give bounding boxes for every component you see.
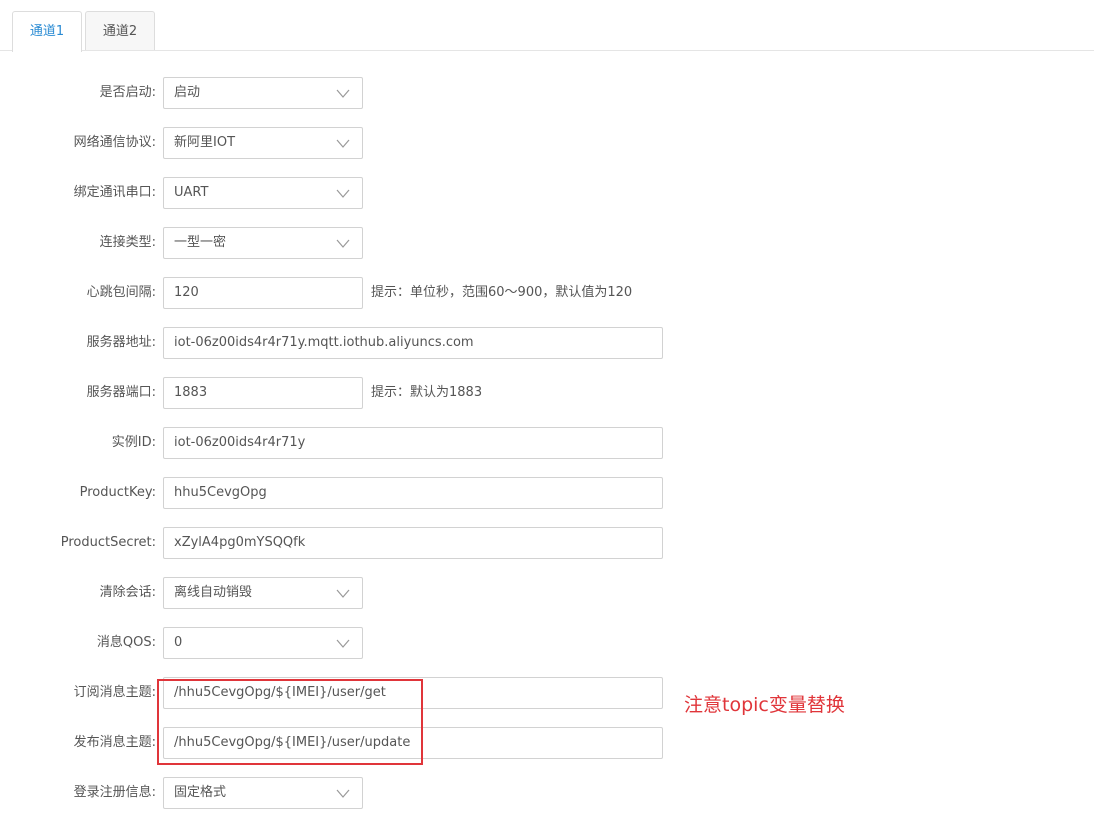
form-row-serial: 绑定通讯串口: UART (0, 177, 1094, 209)
form-row-protocol: 网络通信协议: 新阿里IOT (0, 127, 1094, 159)
serial-label: 绑定通讯串口: (73, 185, 156, 200)
instance-id-label: 实例ID: (111, 435, 156, 450)
form-row-heartbeat: 心跳包间隔: 120 提示：单位秒，范围60～900，默认值为120 (0, 277, 1094, 309)
tab-channel-2[interactable]: 通道2 (85, 11, 155, 51)
enable-select[interactable]: 启动 (163, 77, 363, 109)
form-row-product-secret: ProductSecret: xZylA4pg0mYSQQfk (0, 527, 1094, 559)
form-row-instance-id: 实例ID: iot-06z00ids4r4r71y (0, 427, 1094, 459)
topic-annotation: 注意topic变量替换 (684, 694, 845, 716)
pub-topic-label: 发布消息主题: (73, 735, 156, 750)
clean-session-select[interactable]: 离线自动销毁 (163, 577, 363, 609)
protocol-label: 网络通信协议: (73, 135, 156, 150)
chevron-down-icon (336, 639, 350, 648)
form-row-qos: 消息QOS: 0 (0, 627, 1094, 659)
form-row-login-info: 登录注册信息: 固定格式 (0, 777, 1094, 809)
form-row-enable: 是否启动: 启动 (0, 77, 1094, 109)
form-row-server-port: 服务器端口: 1883 提示：默认为1883 (0, 377, 1094, 409)
pub-topic-input[interactable]: /hhu5CevgOpg/${IMEI}/user/update (163, 727, 663, 759)
server-port-label: 服务器端口: (86, 385, 156, 400)
clean-session-label: 清除会话: (99, 585, 156, 600)
chevron-down-icon (336, 239, 350, 248)
serial-select[interactable]: UART (163, 177, 363, 209)
conn-type-select[interactable]: 一型一密 (163, 227, 363, 259)
product-key-label: ProductKey: (79, 485, 156, 500)
form-row-server-addr: 服务器地址: iot-06z00ids4r4r71y.mqtt.iothub.a… (0, 327, 1094, 359)
enable-label: 是否启动: (99, 85, 156, 100)
login-info-value: 固定格式 (174, 785, 227, 800)
form-row-product-key: ProductKey: hhu5CevgOpg (0, 477, 1094, 509)
heartbeat-label: 心跳包间隔: (86, 285, 156, 300)
form-row-sub-topic: 订阅消息主题: /hhu5CevgOpg/${IMEI}/user/get (0, 677, 1094, 709)
clean-session-value: 离线自动销毁 (174, 585, 253, 600)
tab-channel-1[interactable]: 通道1 (12, 11, 82, 52)
form-row-pub-topic: 发布消息主题: /hhu5CevgOpg/${IMEI}/user/update (0, 727, 1094, 759)
sub-topic-label: 订阅消息主题: (73, 685, 156, 700)
form-row-conn-type: 连接类型: 一型一密 (0, 227, 1094, 259)
tab-divider (0, 50, 1094, 51)
login-info-label: 登录注册信息: (73, 785, 156, 800)
heartbeat-hint: 提示：单位秒，范围60～900，默认值为120 (371, 285, 633, 300)
serial-value: UART (174, 185, 209, 200)
conn-type-label: 连接类型: (99, 235, 156, 250)
login-info-select[interactable]: 固定格式 (163, 777, 363, 809)
server-addr-label: 服务器地址: (86, 335, 156, 350)
product-key-input[interactable]: hhu5CevgOpg (163, 477, 663, 509)
server-addr-input[interactable]: iot-06z00ids4r4r71y.mqtt.iothub.aliyuncs… (163, 327, 663, 359)
tab-bar: 通道1 通道2 (0, 0, 1094, 52)
chevron-down-icon (336, 89, 350, 98)
chevron-down-icon (336, 589, 350, 598)
protocol-value: 新阿里IOT (174, 135, 236, 150)
server-port-hint: 提示：默认为1883 (371, 385, 483, 400)
product-secret-input[interactable]: xZylA4pg0mYSQQfk (163, 527, 663, 559)
conn-type-value: 一型一密 (174, 235, 227, 250)
qos-value: 0 (174, 635, 183, 650)
sub-topic-input[interactable]: /hhu5CevgOpg/${IMEI}/user/get (163, 677, 663, 709)
chevron-down-icon (336, 139, 350, 148)
form-row-clean-session: 清除会话: 离线自动销毁 (0, 577, 1094, 609)
chevron-down-icon (336, 189, 350, 198)
chevron-down-icon (336, 789, 350, 798)
server-port-input[interactable]: 1883 (163, 377, 363, 409)
enable-value: 启动 (174, 85, 201, 100)
protocol-select[interactable]: 新阿里IOT (163, 127, 363, 159)
heartbeat-input[interactable]: 120 (163, 277, 363, 309)
product-secret-label: ProductSecret: (60, 535, 156, 550)
instance-id-input[interactable]: iot-06z00ids4r4r71y (163, 427, 663, 459)
qos-select[interactable]: 0 (163, 627, 363, 659)
qos-label: 消息QOS: (96, 635, 156, 650)
